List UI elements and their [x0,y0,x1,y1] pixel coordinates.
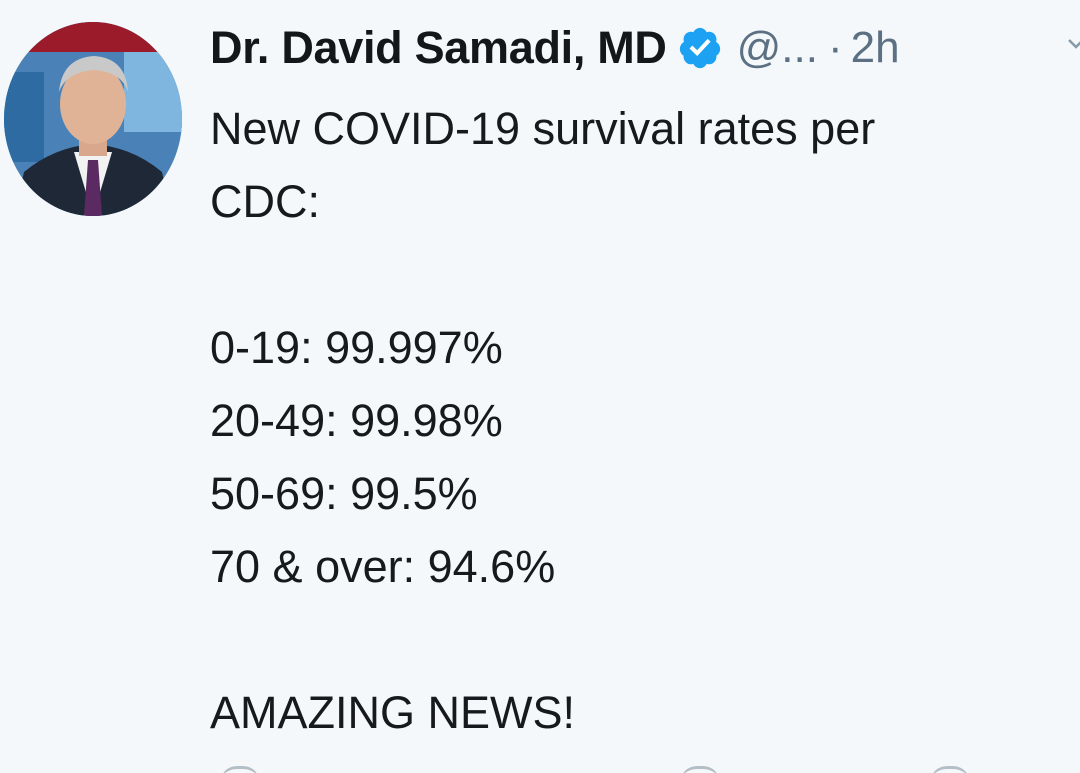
tweet-line: 50-69: 99.5% [210,468,478,519]
reply-icon[interactable] [220,766,260,773]
tweet-timestamp[interactable]: 2h [851,23,900,73]
verified-badge-icon [677,25,723,71]
avatar[interactable] [4,22,182,216]
tweet-line: New COVID-19 survival rates per [210,103,876,154]
tweet-line: 70 & over: 94.6% [210,541,556,592]
avatar-photo [4,22,182,216]
share-icon[interactable] [930,766,970,773]
tweet-line: 0-19: 99.997% [210,322,503,373]
user-handle[interactable]: @... [737,23,818,73]
chevron-down-icon[interactable] [1066,34,1080,54]
tweet-line: AMAZING NEWS! [210,687,576,738]
tweet-header: Dr. David Samadi, MD @... · 2h [210,18,900,78]
display-name[interactable]: Dr. David Samadi, MD [210,22,667,74]
tweet-line: CDC: [210,176,320,227]
like-icon[interactable] [680,766,720,773]
tweet-line: 20-49: 99.98% [210,395,503,446]
tweet-text: New COVID-19 survival rates per CDC: 0-1… [210,92,1070,749]
tweet-actions [210,764,1070,773]
separator-dot: · [827,23,843,72]
tweet: Dr. David Samadi, MD @... · 2h New COVID… [0,0,1080,773]
